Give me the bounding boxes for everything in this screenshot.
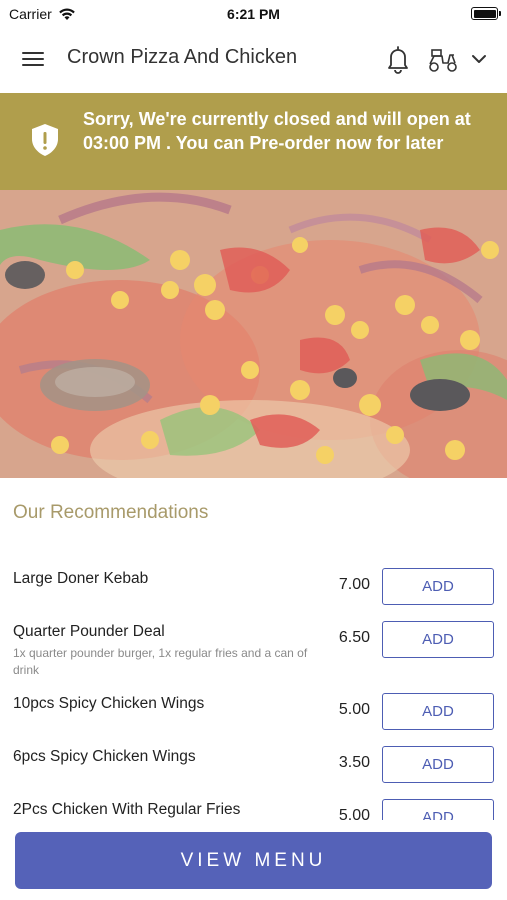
- scooter-icon: [429, 49, 457, 72]
- notifications-button[interactable]: [384, 44, 412, 74]
- item-name: 6pcs Spicy Chicken Wings: [13, 748, 196, 765]
- restaurant-title: Crown Pizza And Chicken: [67, 46, 298, 68]
- add-button[interactable]: ADD: [382, 746, 494, 783]
- item-price: 7.00: [338, 576, 370, 593]
- battery-icon: [471, 7, 498, 20]
- add-button[interactable]: ADD: [382, 621, 494, 658]
- item-description: 1x quarter pounder burger, 1x regular fr…: [13, 646, 308, 677]
- closed-message: Sorry, We're currently closed and will o…: [83, 109, 471, 153]
- add-button[interactable]: ADD: [382, 693, 494, 730]
- app-header: Crown Pizza And Chicken: [0, 28, 507, 92]
- item-price: 3.50: [338, 754, 370, 771]
- hamburger-line: [22, 58, 44, 60]
- item-price: 5.00: [338, 701, 370, 718]
- item-name: Quarter Pounder Deal: [13, 623, 165, 640]
- clock: 6:21 PM: [227, 6, 280, 22]
- status-bar: Carrier 6:21 PM: [0, 0, 507, 28]
- delivery-mode-button[interactable]: [426, 46, 460, 74]
- hamburger-menu-button[interactable]: [20, 48, 48, 72]
- item-name: 10pcs Spicy Chicken Wings: [13, 695, 205, 712]
- item-name: Large Doner Kebab: [13, 570, 149, 587]
- item-price: 6.50: [338, 629, 370, 646]
- hamburger-line: [22, 52, 44, 54]
- view-menu-button[interactable]: VIEW MENU: [15, 832, 492, 889]
- shield-alert-icon: [32, 124, 58, 156]
- recommendations-list: Large Doner Kebab 7.00 ADD Quarter Pound…: [0, 560, 507, 844]
- hamburger-line: [22, 64, 44, 66]
- chevron-down-icon: [472, 55, 486, 63]
- battery-tip: [499, 11, 501, 16]
- list-item: 10pcs Spicy Chicken Wings 5.00 ADD: [0, 685, 507, 738]
- delivery-options-dropdown[interactable]: [468, 48, 490, 70]
- list-item: Quarter Pounder Deal 1x quarter pounder …: [0, 613, 507, 685]
- list-item: Large Doner Kebab 7.00 ADD: [0, 560, 507, 613]
- hero-pizza-image: [0, 190, 507, 478]
- closed-notice-banner: Sorry, We're currently closed and will o…: [0, 93, 507, 190]
- recommendations-heading: Our Recommendations: [13, 502, 209, 523]
- add-button[interactable]: ADD: [382, 568, 494, 605]
- bottom-action-bar: VIEW MENU: [0, 820, 507, 900]
- item-name: 2Pcs Chicken With Regular Fries: [13, 801, 241, 818]
- list-item: 6pcs Spicy Chicken Wings 3.50 ADD: [0, 738, 507, 791]
- bell-icon: [388, 46, 408, 74]
